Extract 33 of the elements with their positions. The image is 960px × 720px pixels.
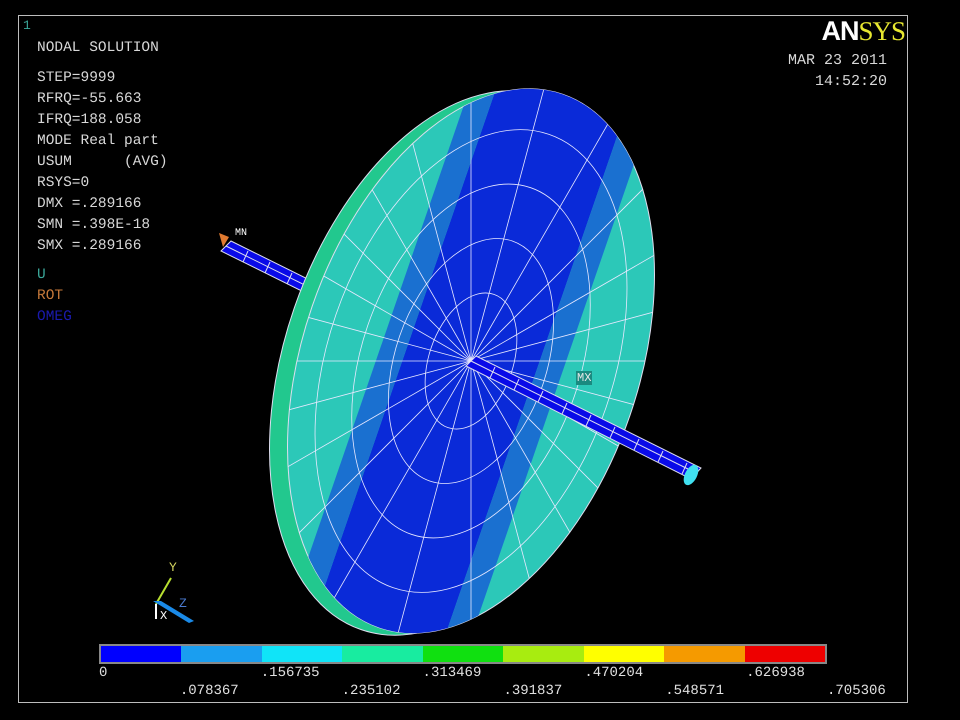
contour-value-label: .470204 — [584, 665, 644, 681]
solution-info-line: SMN =.398E-18 — [37, 216, 152, 235]
contour-value-label: .313469 — [422, 665, 482, 681]
symbol-legend-label: ROT — [37, 287, 64, 306]
contour-value-label: .391837 — [503, 683, 562, 699]
axis-label: Y — [169, 560, 177, 575]
solution-info-line: SMX =.289166 — [37, 237, 142, 256]
coordinate-triad-icon — [153, 578, 194, 623]
solution-info-line: DMX =.289166 — [37, 195, 142, 214]
contour-value-label: .548571 — [665, 683, 724, 699]
axis-label: X — [160, 609, 168, 623]
plot-date: MAR 23 2011 — [788, 52, 887, 69]
solution-info-line: MODE Real part — [37, 132, 160, 151]
contour-value-label: 0 — [99, 665, 108, 681]
logo: ANSYS — [821, 16, 905, 47]
min-label: MN — [235, 228, 248, 239]
solution-info-line: IFRQ=188.058 — [37, 111, 142, 130]
solution-info-line: RFRQ=-55.663 — [37, 90, 142, 109]
window-number: 1 — [23, 18, 31, 33]
solution-info-line: RSYS=0 — [37, 174, 90, 193]
contour-value-label: .078367 — [180, 683, 239, 699]
contour-value-label: .156735 — [260, 665, 320, 681]
contour-value-label: .626938 — [746, 665, 805, 681]
symbol-legend-label: U — [37, 266, 47, 285]
axis-label: Z — [179, 596, 187, 611]
plot-title: NODAL SOLUTION — [37, 39, 160, 58]
solution-info-line: USUM (AVG) — [37, 153, 168, 172]
plot-time: 14:52:20 — [814, 73, 887, 90]
max-label: MX — [576, 371, 592, 385]
contour-value-label: .705306 — [827, 683, 886, 699]
solution-info-line: STEP=9999 — [37, 69, 116, 88]
contour-value-label: .235102 — [342, 683, 400, 699]
symbol-legend-label: OMEG — [37, 308, 73, 327]
